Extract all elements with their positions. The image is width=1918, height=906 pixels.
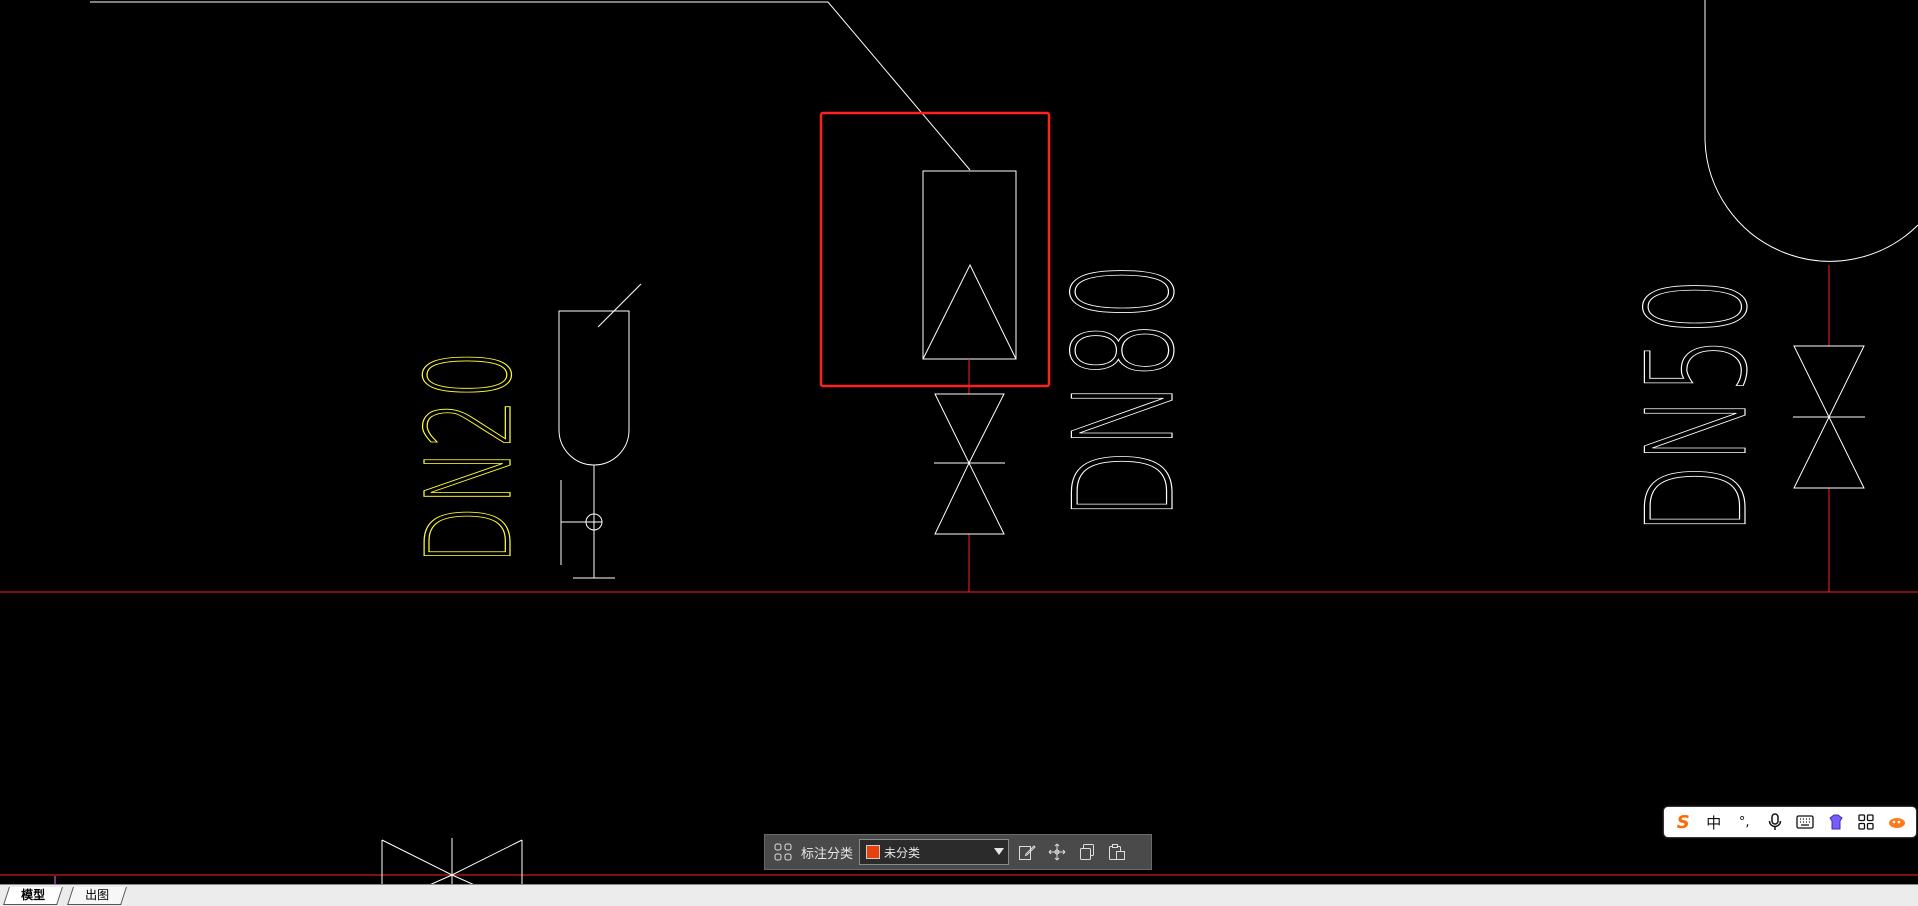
punctuation-icon[interactable]: °, bbox=[1732, 810, 1756, 834]
chinese-mode-icon[interactable]: 中 bbox=[1702, 810, 1726, 834]
mascot-icon[interactable] bbox=[1885, 810, 1909, 834]
category-label: 标注分类 bbox=[801, 846, 854, 862]
edit-icon[interactable] bbox=[1015, 840, 1039, 864]
category-color-swatch bbox=[866, 845, 881, 859]
annotation-toolbar: 标注分类 未分类 bbox=[764, 834, 1152, 870]
label-dn20[interactable]: DN20 bbox=[399, 349, 538, 565]
gate-valve-right[interactable] bbox=[1793, 345, 1865, 489]
paste-icon[interactable] bbox=[1105, 840, 1129, 864]
skin-icon[interactable] bbox=[1824, 810, 1848, 834]
leader-line bbox=[90, 1, 971, 171]
cad-window: DN20 DN80 DN50 标注分类 未分类 S 中 °, 模型 出图 bbox=[0, 0, 1918, 906]
grid-icon[interactable] bbox=[771, 840, 795, 864]
drain-funnel-symbol[interactable] bbox=[558, 283, 642, 579]
selection-box[interactable] bbox=[819, 111, 1051, 388]
ime-toolbar: S 中 °, bbox=[1664, 807, 1916, 837]
tab-model[interactable]: 模型 bbox=[3, 887, 63, 905]
category-value: 未分类 bbox=[884, 845, 921, 860]
copy-icon[interactable] bbox=[1075, 840, 1099, 864]
move-icon[interactable] bbox=[1045, 840, 1069, 864]
pump-symbol-triangle bbox=[922, 263, 1017, 360]
drawing-canvas[interactable]: DN20 DN80 DN50 bbox=[0, 0, 1918, 906]
label-dn80[interactable]: DN80 bbox=[1043, 261, 1205, 520]
apps-icon[interactable] bbox=[1854, 810, 1878, 834]
gate-valve-center[interactable] bbox=[934, 393, 1005, 535]
layout-tab-bar: 模型 出图 bbox=[0, 884, 1918, 906]
chevron-down-icon bbox=[994, 848, 1005, 855]
label-dn50[interactable]: DN50 bbox=[1616, 276, 1778, 535]
tab-layout[interactable]: 出图 bbox=[67, 887, 127, 905]
sogou-logo-icon[interactable]: S bbox=[1671, 810, 1695, 834]
microphone-icon[interactable] bbox=[1763, 810, 1787, 834]
tank-outline[interactable] bbox=[1704, 0, 1918, 262]
keyboard-icon[interactable] bbox=[1793, 810, 1817, 834]
category-select[interactable]: 未分类 bbox=[859, 839, 1010, 865]
